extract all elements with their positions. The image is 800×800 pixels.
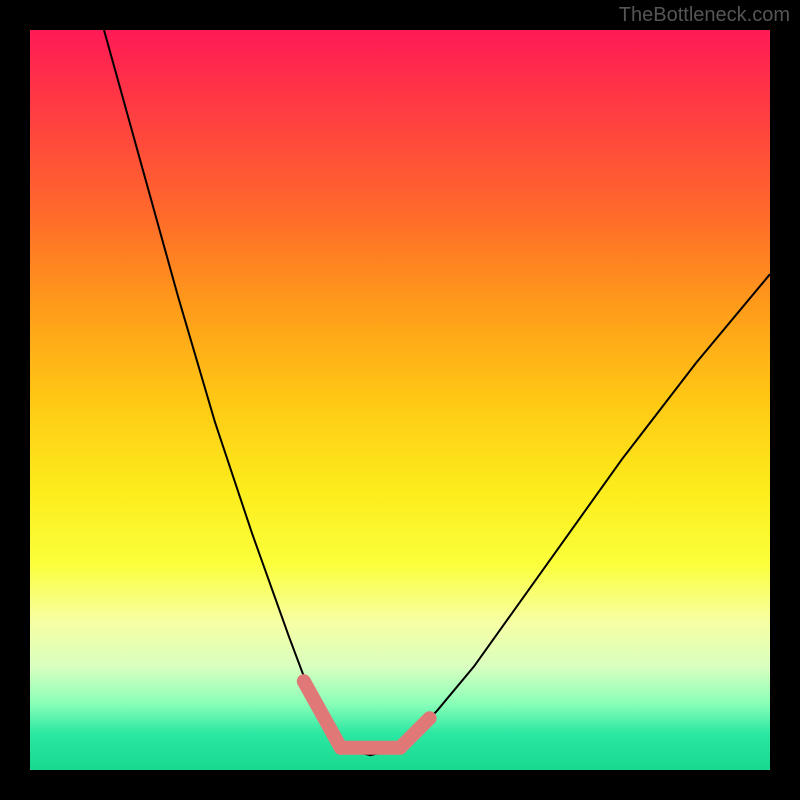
highlight-segment-2 xyxy=(400,718,430,748)
chart-svg xyxy=(30,30,770,770)
highlight-group xyxy=(304,681,430,748)
series-right-curve xyxy=(400,274,770,748)
watermark-text: TheBottleneck.com xyxy=(619,4,790,27)
series-group xyxy=(104,30,770,755)
series-left-curve xyxy=(104,30,341,748)
highlight-segment-0 xyxy=(304,681,341,748)
chart-area xyxy=(30,30,770,770)
